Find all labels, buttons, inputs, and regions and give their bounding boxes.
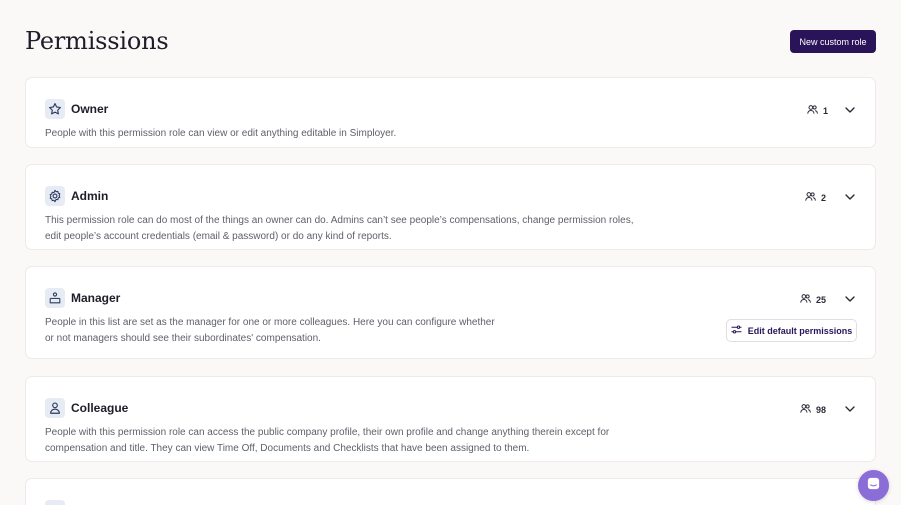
star-icon [45,99,65,119]
member-count[interactable]: 25 [800,293,826,306]
member-count[interactable]: 98 [800,403,826,416]
edit-default-permissions-button[interactable]: Edit default permissions [726,319,857,342]
member-count[interactable]: 2 [805,191,826,204]
chat-button[interactable] [858,470,889,501]
new-custom-role-button[interactable]: New custom role [790,30,876,53]
users-icon [800,403,816,416]
member-count-value: 2 [821,192,827,203]
role-card-next[interactable] [25,478,876,505]
role-name: Owner [71,102,109,116]
page-title: Permissions [25,27,169,55]
users-icon [805,191,821,204]
description-line: People in this list are set as the manag… [45,317,495,328]
description-line: This permission role can do most of the … [45,215,634,226]
person-icon [45,398,65,418]
chevron-down-icon[interactable] [843,103,857,117]
role-description: People in this list are set as the manag… [45,315,495,347]
role-card-admin[interactable]: Admin 2 This permission role can do most… [25,164,876,250]
chevron-down-icon[interactable] [843,190,857,204]
users-icon [807,104,823,117]
gear-icon [45,186,65,206]
role-header [45,500,65,505]
role-name: Admin [71,189,109,203]
role-description: This permission role can do most of the … [45,213,633,245]
chevron-down-icon[interactable] [843,402,857,416]
member-count-value: 1 [823,105,829,116]
role-header: Owner [45,99,108,119]
role-header: Admin [45,186,108,206]
description-line: People with this permission role can acc… [45,427,610,438]
sliders-icon [731,324,748,337]
description-line: compensation and title. They can view Ti… [45,443,530,454]
role-description: People with this permission role can acc… [45,425,609,457]
description-line: edit people’s account credentials (email… [45,231,392,242]
edit-default-permissions-label: Edit default permissions [747,325,853,336]
description-line: or not managers should see their subordi… [45,333,321,344]
chevron-down-icon[interactable] [843,292,857,306]
member-count-value: 25 [816,294,827,305]
role-header: Colleague [45,398,128,418]
role-name: Colleague [71,401,129,415]
role-icon [45,500,65,505]
role-card-colleague[interactable]: Colleague 98 People with this permission… [25,376,876,462]
member-count[interactable]: 1 [807,104,828,117]
role-card-manager[interactable]: Manager 25 People in this list are set a… [25,266,876,359]
description-line: People with this permission role can vie… [45,128,397,139]
member-count-value: 98 [816,404,827,415]
chat-icon [866,476,881,496]
role-name: Manager [71,291,121,305]
manager-icon [45,288,65,308]
role-card-owner[interactable]: Owner 1 People with this permission role… [25,77,876,148]
role-header: Manager [45,288,120,308]
role-description: People with this permission role can vie… [45,126,396,142]
users-icon [800,293,816,306]
